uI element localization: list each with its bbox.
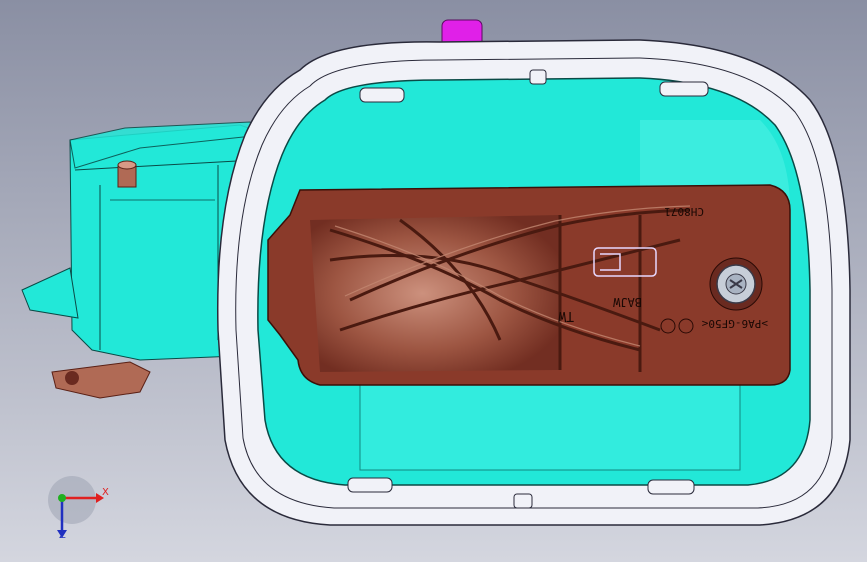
axis-y-dot	[58, 494, 66, 502]
marking-code: CH8071	[664, 205, 704, 218]
side-bolt	[117, 160, 137, 188]
model-scene[interactable]: CH8071 BAJW >PA6-GF50< TW	[0, 0, 867, 562]
axis-x-label: X	[102, 487, 109, 498]
axis-z-label: Z	[59, 530, 66, 541]
marking-maker: BAJW	[612, 295, 642, 309]
marking-material: >PA6-GF50<	[701, 317, 768, 330]
fastener-screw[interactable]	[709, 257, 763, 311]
marking-side: TW	[558, 308, 574, 323]
cad-viewport[interactable]: CH8071 BAJW >PA6-GF50< TW X Z	[0, 0, 867, 562]
